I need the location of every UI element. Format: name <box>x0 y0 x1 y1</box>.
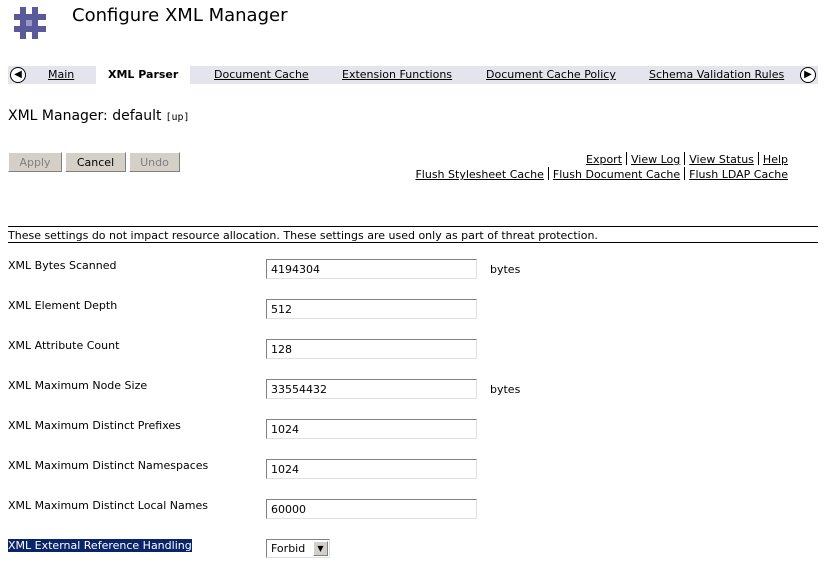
threat-protection-note: These settings do not impact resource al… <box>8 229 598 242</box>
xml-attribute-count-input[interactable] <box>266 339 477 359</box>
xml-maximum-distinct-namespaces-input[interactable] <box>266 459 477 479</box>
link-separator <box>547 167 549 180</box>
xml-element-depth-label: XML Element Depth <box>8 299 118 312</box>
chevron-down-icon[interactable]: ▼ <box>313 541 328 556</box>
xml-maximum-node-size-input[interactable] <box>266 379 477 399</box>
link-separator <box>626 152 628 165</box>
action-links-row1: Export View Log View Status Help <box>586 152 788 166</box>
unit-label: bytes <box>490 263 521 276</box>
unit-label: bytes <box>490 383 521 396</box>
tab-extension-functions[interactable]: Extension Functions <box>342 66 452 84</box>
undo-button[interactable]: Undo <box>129 152 180 172</box>
up-link[interactable]: [up] <box>165 112 189 123</box>
xml-bytes-scanned-label: XML Bytes Scanned <box>8 259 117 272</box>
flush-ldap-cache-link[interactable]: Flush LDAP Cache <box>689 168 788 181</box>
divider <box>8 242 818 243</box>
flush-stylesheet-cache-link[interactable]: Flush Stylesheet Cache <box>415 168 543 181</box>
tab-schema-validation-rules[interactable]: Schema Validation Rules <box>649 66 784 84</box>
xml-maximum-node-size-label: XML Maximum Node Size <box>8 379 148 392</box>
manager-label: XML Manager: default <box>8 108 162 124</box>
xml-maximum-distinct-local-names-label: XML Maximum Distinct Local Names <box>8 499 208 512</box>
tab-document-cache[interactable]: Document Cache <box>214 66 309 84</box>
tab-document-cache-policy[interactable]: Document Cache Policy <box>486 66 616 84</box>
view-log-link[interactable]: View Log <box>631 153 680 166</box>
xml-external-reference-handling-select[interactable]: Forbid ▼ <box>266 539 330 558</box>
xml-maximum-distinct-prefixes-input[interactable] <box>266 419 477 439</box>
link-separator <box>684 152 686 165</box>
xml-maximum-distinct-prefixes-label: XML Maximum Distinct Prefixes <box>8 419 181 432</box>
xml-bytes-scanned-input[interactable] <box>266 259 477 279</box>
arrow-left-circle-icon[interactable]: ◀ <box>10 67 26 83</box>
help-link[interactable]: Help <box>763 153 788 166</box>
action-links-row2: Flush Stylesheet Cache Flush Document Cac… <box>415 167 788 181</box>
flush-document-cache-link[interactable]: Flush Document Cache <box>553 168 680 181</box>
export-link[interactable]: Export <box>586 153 622 166</box>
apply-button[interactable]: Apply <box>8 152 62 172</box>
select-value: Forbid <box>271 542 306 555</box>
page-title: Configure XML Manager <box>72 5 288 26</box>
tab-bar: ◀ Main XML Parser Document Cache Extensi… <box>8 66 818 84</box>
tab-main[interactable]: Main <box>48 66 74 84</box>
link-separator <box>757 152 759 165</box>
manager-heading: XML Manager: default [up] <box>8 108 190 124</box>
tab-xml-parser[interactable]: XML Parser <box>96 66 191 84</box>
xml-external-reference-handling-label: XML External Reference Handling <box>8 539 192 552</box>
arrow-right-circle-icon[interactable]: ▶ <box>800 67 816 83</box>
link-separator <box>684 167 686 180</box>
xml-attribute-count-label: XML Attribute Count <box>8 339 120 352</box>
app-logo-icon <box>14 7 46 39</box>
xml-maximum-distinct-local-names-input[interactable] <box>266 499 477 519</box>
xml-element-depth-input[interactable] <box>266 299 477 319</box>
view-status-link[interactable]: View Status <box>689 153 754 166</box>
xml-maximum-distinct-namespaces-label: XML Maximum Distinct Namespaces <box>8 459 209 472</box>
cancel-button[interactable]: Cancel <box>65 152 126 172</box>
divider <box>8 226 818 227</box>
